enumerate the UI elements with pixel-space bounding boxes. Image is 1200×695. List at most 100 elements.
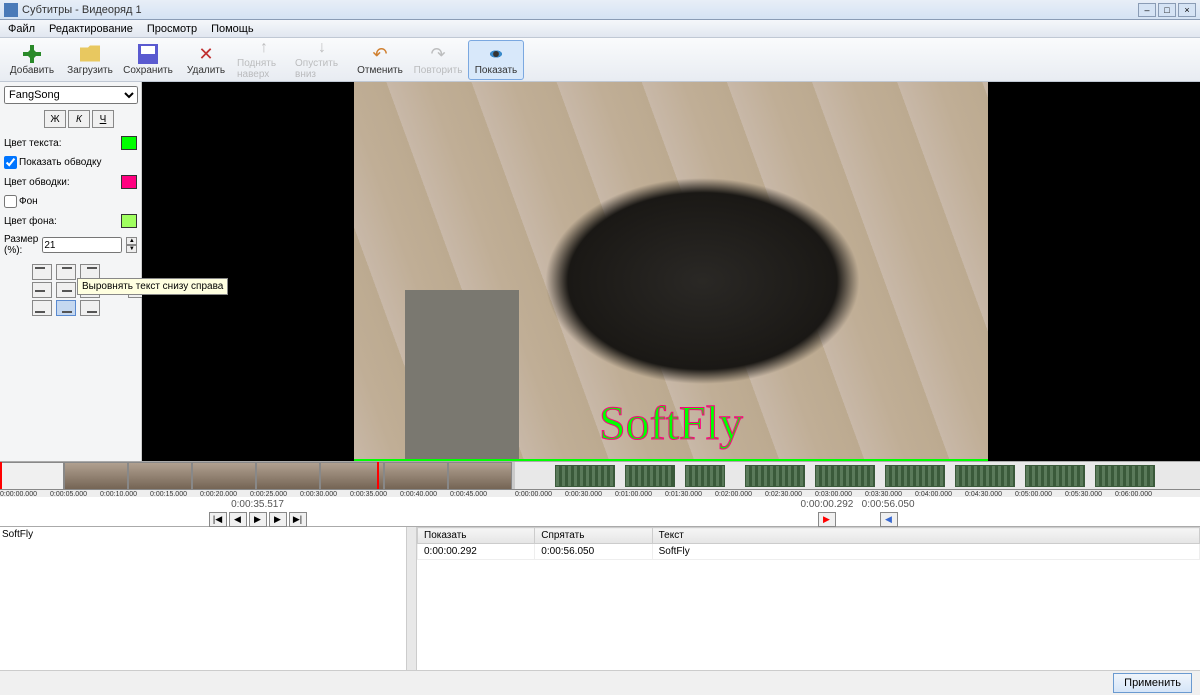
text-color-label: Цвет текста: bbox=[4, 138, 121, 149]
play-range-button[interactable]: ▶ bbox=[818, 512, 836, 527]
scrollbar[interactable] bbox=[406, 527, 416, 670]
folder-icon bbox=[80, 44, 100, 64]
subtitle-table: Показать Спрятать Текст 0:00:00.292 0:00… bbox=[417, 527, 1200, 670]
arrow-up-icon bbox=[254, 39, 274, 57]
col-show[interactable]: Показать bbox=[418, 528, 535, 544]
apply-button[interactable]: Применить bbox=[1113, 673, 1192, 693]
window-title: Субтитры - Видеоряд 1 bbox=[22, 4, 142, 16]
outline-color-swatch[interactable] bbox=[121, 175, 137, 189]
video-timeline[interactable]: 0:00:00.000 0:00:05.000 0:00:10.000 0:00… bbox=[0, 462, 515, 497]
size-spin-down[interactable]: ▼ bbox=[126, 245, 137, 253]
bg-color-swatch[interactable] bbox=[121, 214, 137, 228]
goto-end-button[interactable]: ▶| bbox=[289, 512, 307, 527]
load-button[interactable]: Загрузить bbox=[62, 40, 118, 80]
size-input[interactable] bbox=[42, 237, 122, 253]
bold-button[interactable]: Ж bbox=[44, 110, 66, 128]
toolbar: Добавить Загрузить Сохранить ✕Удалить По… bbox=[0, 38, 1200, 82]
bg-color-label: Цвет фона: bbox=[4, 216, 121, 227]
video-frame: SoftFly bbox=[354, 82, 988, 461]
timeline-thumb[interactable] bbox=[64, 462, 128, 492]
undo-icon bbox=[370, 44, 390, 64]
audio-clip[interactable] bbox=[1025, 465, 1085, 487]
sidebar: FangSong Ж К Ч Цвет текста: Показать обв… bbox=[0, 82, 142, 461]
play-button[interactable]: ▶ bbox=[249, 512, 267, 527]
video-ruler: 0:00:00.000 0:00:05.000 0:00:10.000 0:00… bbox=[0, 489, 515, 497]
audio-clip[interactable] bbox=[625, 465, 675, 487]
align-bot-left[interactable] bbox=[32, 300, 52, 316]
align-top-center[interactable] bbox=[56, 264, 76, 280]
table-row[interactable]: 0:00:00.292 0:00:56.050 SoftFly bbox=[418, 544, 1200, 560]
align-top-left[interactable] bbox=[32, 264, 52, 280]
add-button[interactable]: Добавить bbox=[4, 40, 60, 80]
range-time: 0:00:00.292 0:00:56.050 bbox=[519, 499, 1196, 510]
timeline-thumb[interactable] bbox=[448, 462, 512, 492]
minimize-button[interactable]: – bbox=[1138, 3, 1156, 17]
audio-clip[interactable] bbox=[555, 465, 615, 487]
maximize-button[interactable]: □ bbox=[1158, 3, 1176, 17]
show-outline-label: Показать обводку bbox=[19, 157, 137, 168]
underline-button[interactable]: Ч bbox=[92, 110, 114, 128]
timeline-thumb[interactable] bbox=[320, 462, 384, 492]
titlebar: Субтитры - Видеоряд 1 – □ × bbox=[0, 0, 1200, 20]
font-select[interactable]: FangSong bbox=[4, 86, 138, 104]
timeline-thumb[interactable] bbox=[128, 462, 192, 492]
timeline-thumb[interactable] bbox=[256, 462, 320, 492]
subtitle-list[interactable]: SoftFly bbox=[0, 527, 417, 670]
bg-label: Фон bbox=[19, 196, 137, 207]
list-item[interactable]: SoftFly bbox=[2, 529, 414, 540]
audio-clip[interactable] bbox=[885, 465, 945, 487]
audio-clip[interactable] bbox=[745, 465, 805, 487]
align-mid-left[interactable] bbox=[32, 282, 52, 298]
plus-icon bbox=[22, 44, 42, 64]
step-back-button[interactable]: ◀ bbox=[229, 512, 247, 527]
preview-area: SoftFly bbox=[142, 82, 1200, 461]
tooltip: Выровнять текст снизу справа bbox=[77, 278, 228, 295]
menu-view[interactable]: Просмотр bbox=[141, 21, 203, 37]
close-button[interactable]: × bbox=[1178, 3, 1196, 17]
app-icon bbox=[4, 3, 18, 17]
move-up-button: Поднять наверх bbox=[236, 40, 292, 80]
audio-timeline[interactable]: 0:00:00.000 0:00:30.000 0:01:00.000 0:01… bbox=[515, 462, 1200, 497]
subtitle-overlay: SoftFly bbox=[599, 396, 743, 451]
menu-file[interactable]: Файл bbox=[2, 21, 41, 37]
bg-checkbox[interactable] bbox=[4, 195, 17, 208]
stop-range-button[interactable]: ◀ bbox=[880, 512, 898, 527]
redo-icon bbox=[428, 44, 448, 64]
audio-clip[interactable] bbox=[685, 465, 725, 487]
show-outline-checkbox[interactable] bbox=[4, 156, 17, 169]
window-buttons: – □ × bbox=[1138, 3, 1196, 17]
undo-button[interactable]: Отменить bbox=[352, 40, 408, 80]
delete-button[interactable]: ✕Удалить bbox=[178, 40, 234, 80]
show-button[interactable]: Показать bbox=[468, 40, 524, 80]
menu-help[interactable]: Помощь bbox=[205, 21, 260, 37]
menubar: Файл Редактирование Просмотр Помощь bbox=[0, 20, 1200, 38]
menu-edit[interactable]: Редактирование bbox=[43, 21, 139, 37]
save-button[interactable]: Сохранить bbox=[120, 40, 176, 80]
col-hide[interactable]: Спрятать bbox=[535, 528, 652, 544]
audio-ruler: 0:00:00.000 0:00:30.000 0:01:00.000 0:01… bbox=[515, 489, 1200, 497]
goto-start-button[interactable]: |◀ bbox=[209, 512, 227, 527]
video-time: 0:00:35.517 bbox=[4, 499, 511, 510]
audio-clip[interactable] bbox=[1095, 465, 1155, 487]
outline-color-label: Цвет обводки: bbox=[4, 177, 121, 188]
arrow-down-icon bbox=[312, 39, 332, 57]
italic-button[interactable]: К bbox=[68, 110, 90, 128]
move-down-button: Опустить вниз bbox=[294, 40, 350, 80]
timeline-thumb[interactable] bbox=[384, 462, 448, 492]
timeline-thumb[interactable] bbox=[192, 462, 256, 492]
timeline-thumb[interactable] bbox=[0, 462, 64, 492]
redo-button: Повторить bbox=[410, 40, 466, 80]
audio-clip[interactable] bbox=[955, 465, 1015, 487]
text-color-swatch[interactable] bbox=[121, 136, 137, 150]
col-text[interactable]: Текст bbox=[652, 528, 1199, 544]
delete-icon: ✕ bbox=[196, 44, 216, 64]
footer: Применить bbox=[0, 670, 1200, 695]
eye-icon bbox=[486, 44, 506, 64]
align-mid-center[interactable] bbox=[56, 282, 76, 298]
align-bot-center[interactable] bbox=[56, 300, 76, 316]
step-fwd-button[interactable]: ▶ bbox=[269, 512, 287, 527]
align-bot-right[interactable] bbox=[80, 300, 100, 316]
audio-clip[interactable] bbox=[815, 465, 875, 487]
size-spin-up[interactable]: ▲ bbox=[126, 237, 137, 245]
size-label: Размер (%): bbox=[4, 234, 38, 256]
